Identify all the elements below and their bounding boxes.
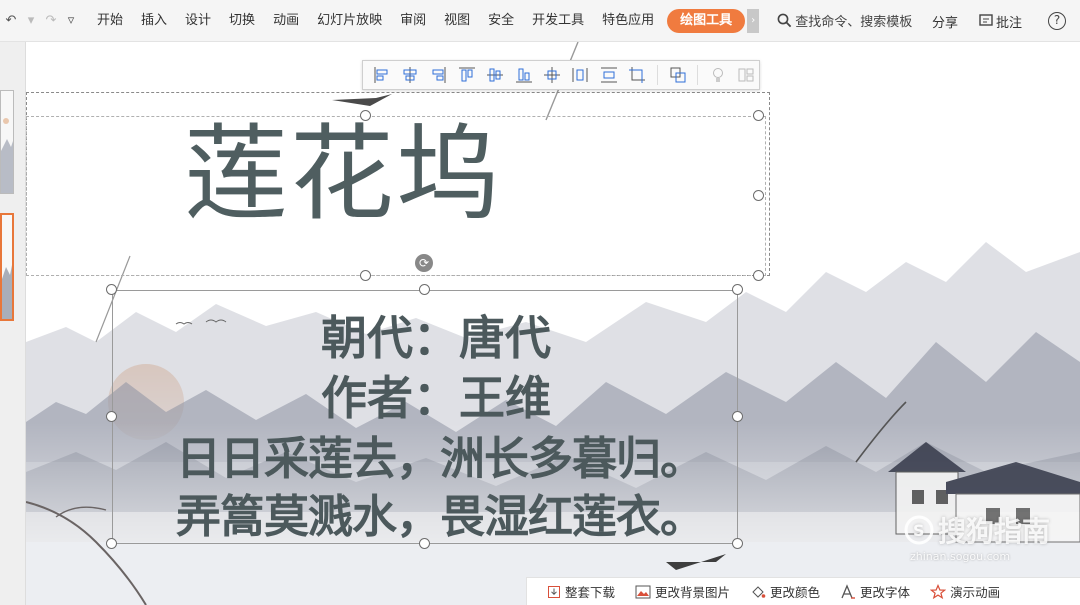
change-color-button[interactable]: 更改颜色 — [750, 582, 820, 601]
tab-review[interactable]: 审阅 — [391, 9, 435, 33]
resize-handle[interactable] — [360, 270, 371, 281]
resize-handle[interactable] — [106, 538, 117, 549]
resize-handle[interactable] — [753, 190, 764, 201]
tab-security[interactable]: 安全 — [479, 9, 523, 33]
slide-title[interactable]: 莲花坞 — [184, 122, 502, 226]
slide-canvas[interactable]: 莲花坞 ⟳ 朝代：唐代 作者：王维 日日采莲去，洲长多暮归。 弄篙莫溅水，畏湿红… — [26, 42, 1080, 605]
rotate-handle[interactable]: ⟳ — [415, 254, 433, 272]
change-color-label: 更改颜色 — [770, 585, 821, 600]
quick-access-bar: ↶ ▾ ↷ ▿ — [2, 13, 88, 28]
customize-dropdown-icon[interactable]: ▿ — [62, 13, 80, 28]
align-center-icon[interactable] — [397, 62, 422, 88]
comment-label: 批注 — [995, 15, 1022, 31]
search-placeholder: 查找命令、搜索模板 — [795, 15, 913, 30]
lightbulb-icon[interactable] — [705, 62, 730, 88]
template-action-bar: 整套下载 更改背景图片 更改颜色 更改字体 演示动画 — [526, 577, 1080, 605]
crop-icon[interactable] — [625, 62, 650, 88]
share-button[interactable]: 分享 — [932, 12, 958, 31]
resize-handle[interactable] — [753, 270, 764, 281]
slide-thumbnail-2[interactable] — [0, 213, 14, 321]
group-icon[interactable] — [665, 62, 690, 88]
resize-handle[interactable] — [360, 110, 371, 121]
layout-icon[interactable] — [734, 62, 759, 88]
tab-drawing-tools[interactable]: 绘图工具 — [667, 8, 746, 33]
tab-special[interactable]: 特色应用 — [593, 9, 663, 33]
align-middle-icon[interactable] — [483, 62, 508, 88]
more-tabs-button[interactable]: › — [747, 8, 760, 33]
svg-text:S: S — [913, 521, 925, 540]
tab-view[interactable]: 视图 — [435, 9, 479, 33]
toolbar-separator — [656, 65, 658, 85]
tab-transition[interactable]: 切换 — [220, 9, 264, 33]
undo-dropdown-icon[interactable]: ▾ — [22, 13, 40, 28]
align-bottom-icon[interactable] — [511, 62, 536, 88]
change-font-label: 更改字体 — [860, 585, 911, 600]
poem-author-line[interactable]: 作者：王维 — [256, 362, 616, 428]
ribbon-toolbar: ↶ ▾ ↷ ▿ 开始 插入 设计 切换 动画 幻灯片放映 审阅 视图 安全 开发… — [0, 0, 1080, 42]
demo-animation-label: 演示动画 — [950, 585, 1001, 600]
change-font-button[interactable]: 更改字体 — [840, 582, 910, 601]
slide-thumbnail-panel — [0, 42, 26, 605]
comment-icon — [979, 14, 993, 26]
download-set-button[interactable]: 整套下载 — [547, 582, 615, 601]
resize-handle[interactable] — [732, 284, 743, 295]
demo-animation-button[interactable]: 演示动画 — [930, 582, 1000, 601]
sogou-logo-icon: S — [904, 515, 934, 545]
image-icon — [635, 585, 651, 598]
tab-animation[interactable]: 动画 — [264, 9, 308, 33]
watermark-url: zhinan.sogou.com — [910, 550, 1011, 563]
slide-thumbnail-1[interactable] — [0, 90, 14, 194]
resize-handle[interactable] — [753, 110, 764, 121]
tab-slideshow[interactable]: 幻灯片放映 — [308, 9, 391, 33]
watermark-text: 搜狗指南 — [938, 515, 1051, 548]
watermark-logo: S 搜狗指南 — [904, 510, 1050, 550]
tab-home[interactable]: 开始 — [88, 9, 132, 33]
change-background-button[interactable]: 更改背景图片 — [635, 582, 730, 601]
distribute-horizontal-icon[interactable] — [539, 62, 564, 88]
ribbon-right: 分享 批注 ? — [932, 0, 1080, 42]
download-set-label: 整套下载 — [565, 585, 616, 600]
font-icon — [841, 583, 856, 599]
align-right-icon[interactable] — [426, 62, 451, 88]
comment-button[interactable]: 批注 — [978, 12, 1022, 31]
tab-design[interactable]: 设计 — [176, 9, 220, 33]
poem-verse-line-1[interactable]: 日日采莲去，洲长多暮归。 — [120, 422, 760, 487]
command-search[interactable]: 查找命令、搜索模板 — [777, 11, 912, 30]
download-icon — [548, 585, 560, 598]
poem-dynasty-line[interactable]: 朝代：唐代 — [256, 302, 616, 368]
search-icon — [777, 13, 792, 28]
poem-verse-line-2[interactable]: 弄篙莫溅水，畏湿红莲衣。 — [120, 480, 760, 545]
change-background-label: 更改背景图片 — [655, 585, 731, 600]
help-button[interactable]: ? — [1048, 12, 1066, 30]
resize-handle[interactable] — [419, 284, 430, 295]
paint-bucket-icon — [752, 585, 766, 598]
distribute-spacing-icon[interactable] — [596, 62, 621, 88]
resize-handle[interactable] — [106, 411, 117, 422]
align-floating-toolbar — [362, 60, 760, 90]
resize-handle[interactable] — [106, 284, 117, 295]
undo-icon[interactable]: ↶ — [2, 13, 20, 28]
star-icon — [930, 583, 947, 599]
redo-icon[interactable]: ↷ — [42, 13, 60, 28]
menu-tabs: 开始 插入 设计 切换 动画 幻灯片放映 审阅 视图 安全 开发工具 特色应用 … — [88, 0, 746, 41]
align-top-icon[interactable] — [454, 62, 479, 88]
toolbar-separator — [697, 65, 699, 85]
distribute-vertical-icon[interactable] — [568, 62, 593, 88]
tab-insert[interactable]: 插入 — [132, 9, 176, 33]
resize-handle[interactable] — [732, 411, 743, 422]
tab-developer[interactable]: 开发工具 — [523, 9, 593, 33]
align-left-icon[interactable] — [369, 62, 394, 88]
